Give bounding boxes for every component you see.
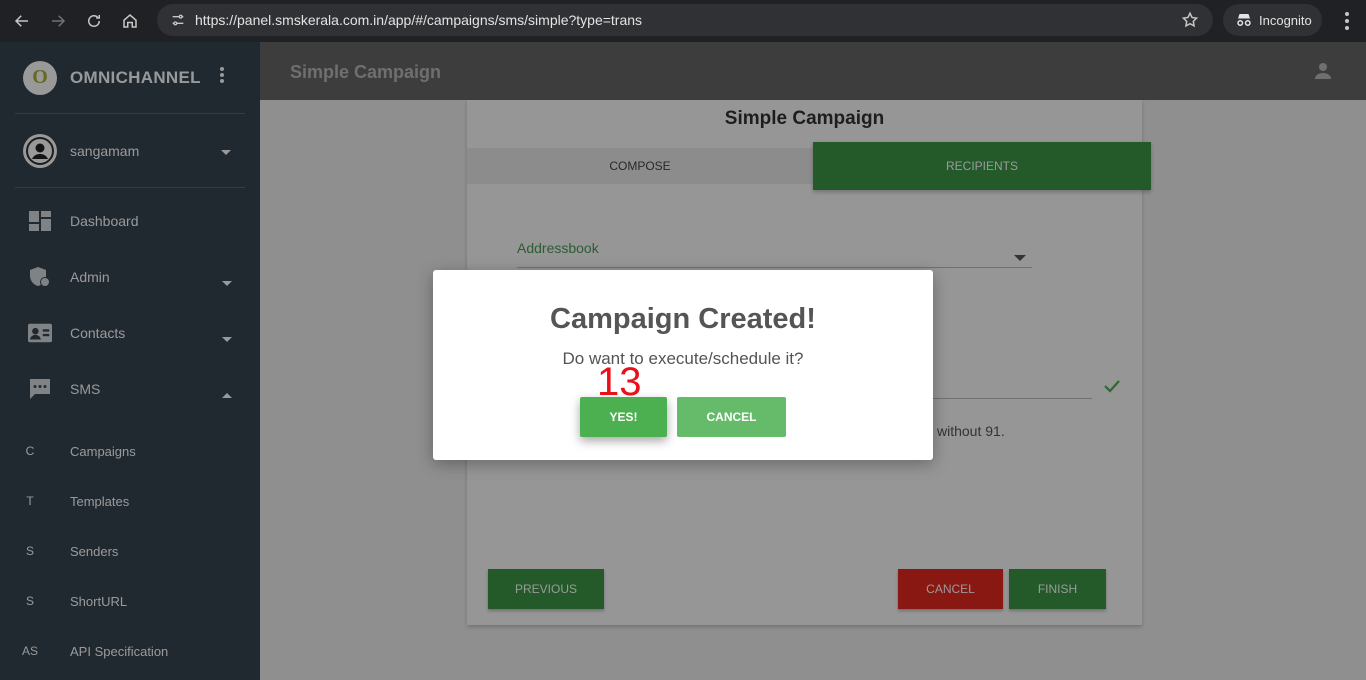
url-text: https://panel.smskerala.com.in/app/#/cam… <box>195 12 643 28</box>
incognito-label: Incognito <box>1259 12 1312 28</box>
arrow-left-icon <box>14 15 28 27</box>
incognito-badge[interactable]: Incognito <box>1223 4 1322 36</box>
forward-button[interactable] <box>40 3 76 39</box>
site-info-icon[interactable] <box>163 12 193 28</box>
browser-toolbar: https://panel.smskerala.com.in/app/#/cam… <box>0 0 1366 42</box>
reload-icon <box>88 15 100 27</box>
address-bar[interactable]: https://panel.smskerala.com.in/app/#/cam… <box>157 4 1213 36</box>
step-annotation: 13 <box>597 360 642 404</box>
browser-menu-icon[interactable] <box>1338 10 1356 37</box>
campaign-created-dialog: Campaign Created! Do want to execute/sch… <box>433 270 933 460</box>
arrow-right-icon <box>52 15 66 27</box>
home-button[interactable] <box>112 3 148 39</box>
dialog-title: Campaign Created! <box>550 303 816 335</box>
back-button[interactable] <box>4 3 40 39</box>
dialog-text: Do want to execute/schedule it? <box>562 349 804 368</box>
home-icon <box>123 14 137 28</box>
reload-button[interactable] <box>76 3 112 39</box>
dialog-cancel-button[interactable]: CANCEL <box>677 397 786 437</box>
incognito-icon <box>1237 14 1251 26</box>
bookmark-star-icon[interactable] <box>1181 11 1199 34</box>
